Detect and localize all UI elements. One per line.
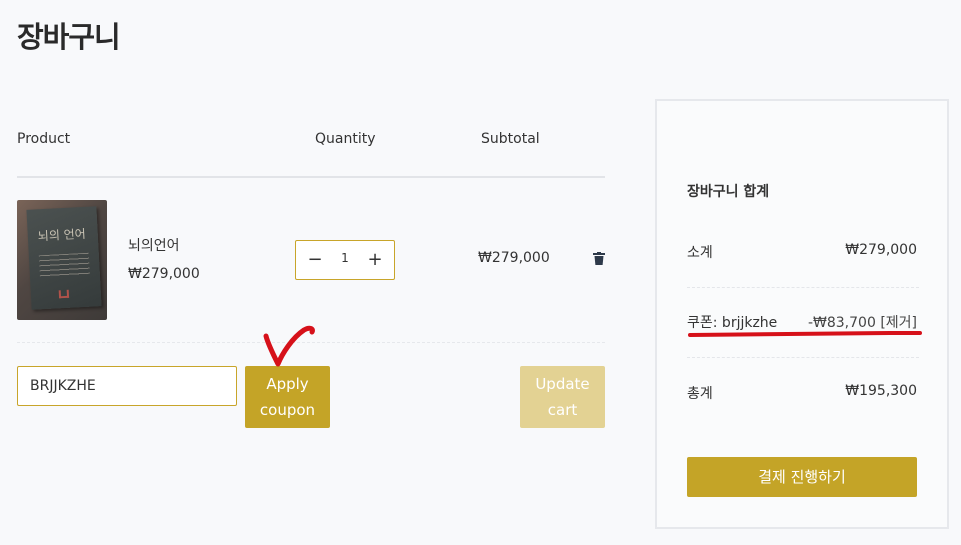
proceed-to-checkout-button[interactable]: 결제 진행하기 <box>687 457 917 497</box>
cart-page: 장바구니 Product Quantity Subtotal 뇌의 언어 뇌의언… <box>0 0 961 545</box>
coupon-discount: -₩83,700 [제거] <box>808 312 917 332</box>
coupon-label: 쿠폰: brjjkzhe <box>687 315 778 331</box>
book-cover: 뇌의 언어 <box>26 206 102 310</box>
column-header-product: Product <box>17 131 71 147</box>
red-checkmark-annotation <box>263 325 315 367</box>
minus-icon[interactable]: − <box>302 247 328 273</box>
red-underline-annotation <box>688 331 922 337</box>
column-header-quantity: Quantity <box>315 131 376 147</box>
page-title: 장바구니 <box>17 20 121 54</box>
total-value: ₩195,300 <box>845 383 917 399</box>
product-price: ₩279,000 <box>128 266 200 282</box>
totals-divider <box>687 287 919 288</box>
apply-coupon-button[interactable]: Apply coupon <box>245 366 330 428</box>
product-thumbnail[interactable]: 뇌의 언어 <box>17 200 107 320</box>
totals-divider <box>687 357 919 358</box>
cart-totals-panel: 장바구니 합계 소계 ₩279,000 쿠폰: brjjkzhe -₩83,70… <box>655 99 949 529</box>
trash-icon[interactable] <box>593 252 605 265</box>
line-subtotal: ₩279,000 <box>478 250 550 266</box>
coupon-code-input[interactable] <box>17 366 237 406</box>
quantity-stepper: − 1 + <box>295 240 395 280</box>
apply-coupon-label-line2: coupon <box>259 401 316 419</box>
subtotal-label: 소계 <box>687 245 713 261</box>
update-cart-button[interactable]: Update cart <box>520 366 605 428</box>
book-cover-text-lines <box>38 252 90 278</box>
book-cover-title: 뇌의 언어 <box>37 226 87 244</box>
update-cart-label-line1: Update <box>535 375 590 393</box>
book-cover-logo <box>58 289 70 299</box>
quantity-value[interactable]: 1 <box>331 251 359 265</box>
apply-coupon-label-line1: Apply <box>266 375 309 393</box>
column-header-subtotal: Subtotal <box>481 131 540 147</box>
subtotal-value: ₩279,000 <box>845 242 917 258</box>
total-label: 총계 <box>687 386 713 402</box>
cart-totals-title: 장바구니 합계 <box>687 184 770 200</box>
remove-coupon-link[interactable]: [제거] <box>880 315 917 331</box>
update-cart-label-line2: cart <box>547 401 578 419</box>
plus-icon[interactable]: + <box>362 247 388 273</box>
product-name-link[interactable]: 뇌의언어 <box>128 235 180 255</box>
coupon-discount-value: -₩83,700 <box>807 315 876 331</box>
header-divider <box>17 176 605 178</box>
